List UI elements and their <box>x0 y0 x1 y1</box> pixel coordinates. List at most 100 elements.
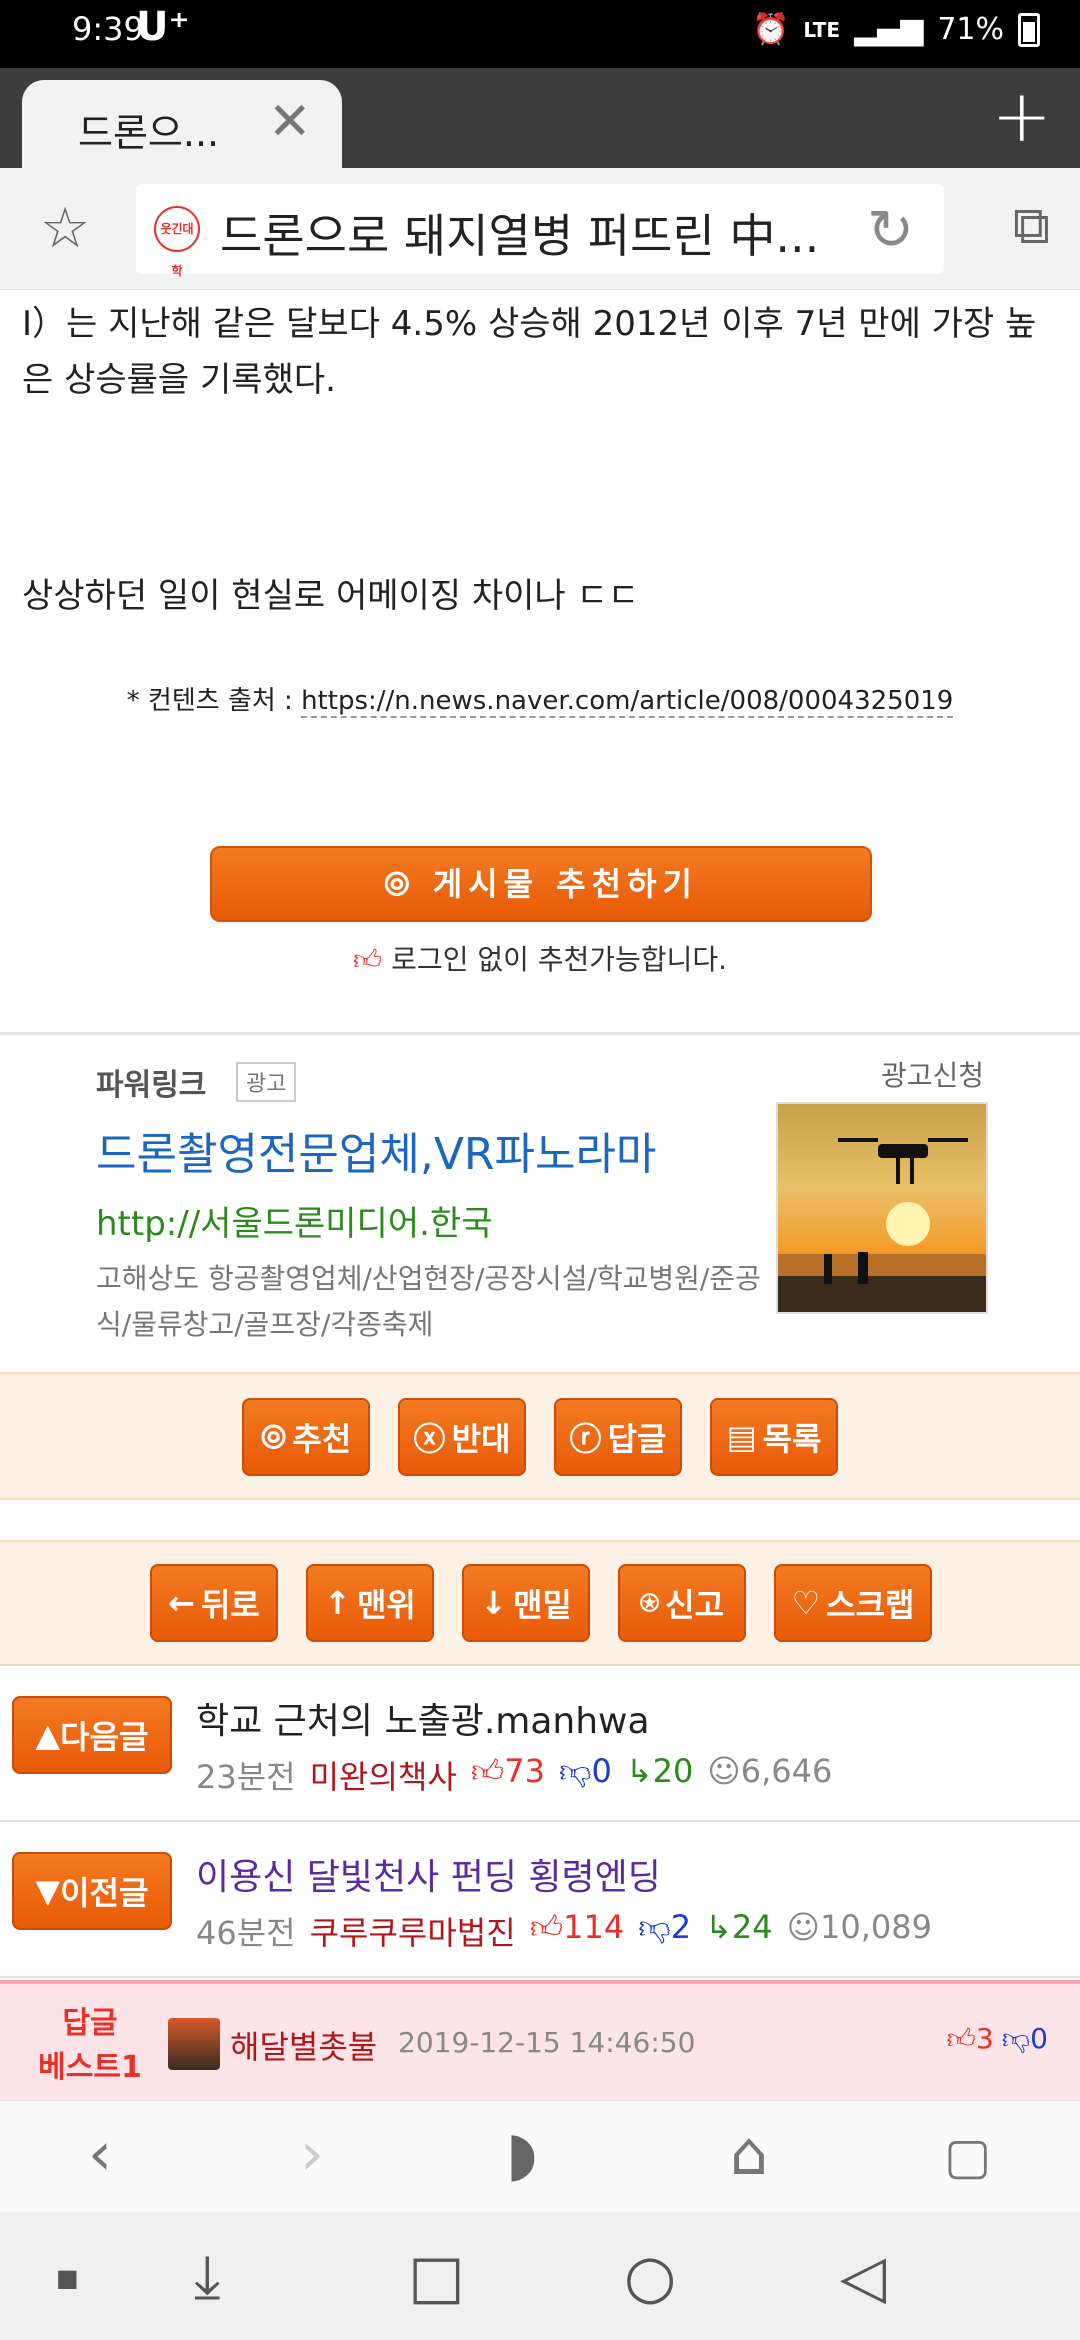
post-author[interactable]: 쿠루쿠루마법진 <box>310 1908 516 1954</box>
best-reply-label-line1: 답글 <box>62 2006 118 2041</box>
upvote-label: 추천 <box>292 1420 352 1458</box>
scrap-button[interactable]: ♡ 스크랩 <box>774 1564 932 1642</box>
tabs-icon[interactable]: ▢ <box>944 2127 991 2185</box>
system-nav-bar: ■ ⤓ □ ○ ◁ <box>0 2212 1080 2340</box>
list-button[interactable]: ▤ 목록 <box>710 1398 838 1476</box>
reply-arrow-icon: ↳ <box>705 1908 732 1946</box>
close-tab-icon[interactable]: ✕ <box>268 92 312 152</box>
signal-icon: ▂▄▆ <box>854 12 924 47</box>
ad-title-link[interactable]: 드론촬영전문업체,VR파노라마 <box>96 1118 656 1182</box>
heart-icon: ♡ <box>791 1584 821 1622</box>
url-field[interactable]: 웃긴대학 드론으로 돼지열병 퍼뜨린 中... ↻ <box>136 184 944 278</box>
thumbs-up-icon: 👍︎ <box>470 1752 505 1790</box>
circle-x-icon: ⓧ <box>413 1420 446 1458</box>
reply-author[interactable]: 해달별촛불 <box>230 2022 377 2068</box>
dot-icon[interactable]: ■ <box>56 2264 79 2292</box>
home-circle-icon[interactable]: ○ <box>624 2242 676 2312</box>
divider <box>0 1032 1080 1035</box>
status-bar: 9:39 U⁺ ⏰ LTE ▂▄▆ 71% <box>0 0 1080 68</box>
back-button[interactable]: ← 뒤로 <box>150 1564 278 1642</box>
forward-chevron-icon[interactable]: › <box>300 2119 324 2189</box>
dolphin-menu-icon[interactable]: ◗ <box>506 2119 538 2189</box>
post-author[interactable]: 미완의책사 <box>310 1752 457 1798</box>
download-arrow-icon[interactable]: ⤓ <box>194 2242 221 2312</box>
arrow-up-icon: ↑ <box>324 1584 351 1622</box>
back-chevron-icon[interactable]: ‹ <box>88 2119 112 2189</box>
upvote-count[interactable]: 👍︎3 <box>947 2022 994 2056</box>
ad-description: 고해상도 항공촬영업체/산업현장/공장시설/학교병원/준공식/물류창고/골프장/… <box>96 1262 761 1341</box>
next-post-meta: 23분전 미완의책사 👍︎73 👎︎0 ↳20 ☺6,646 <box>196 1752 832 1798</box>
reload-icon[interactable]: ↻ <box>867 198 914 263</box>
prev-post-button[interactable]: ▼ 이전글 <box>12 1852 172 1930</box>
downvote-button[interactable]: ⓧ 반대 <box>398 1398 526 1476</box>
thumbs-down-icon: 👎︎ <box>558 1752 592 1790</box>
browser-bottom-bar: ‹ › ◗ ⌂ ▢ <box>0 2100 1080 2212</box>
new-tab-button[interactable]: + <box>992 74 1052 158</box>
downvote-value: 2 <box>670 1908 692 1946</box>
downvote-count[interactable]: 👎︎0 <box>1002 2022 1048 2056</box>
scroll-top-button[interactable]: ↑ 맨위 <box>306 1564 434 1642</box>
thumbs-down-icon: 👎︎ <box>638 1908 671 1946</box>
thumbs-up-icon: 👍︎ <box>529 1908 564 1946</box>
browser-tab[interactable]: 드론으... ✕ <box>22 80 342 168</box>
extension-puzzle-icon[interactable]: ⧉ <box>1013 196 1050 257</box>
upvote-count: 👍︎114 <box>530 1908 625 1954</box>
alarm-icon: ⏰ <box>751 12 790 47</box>
circle-o-icon: ⦾ <box>260 1417 287 1456</box>
reply-count: ↳20 <box>626 1752 694 1798</box>
prev-post-meta: 46분전 쿠루쿠루마법진 👍︎114 👎︎2 ↳24 ☺10,089 <box>196 1908 932 1954</box>
view-count: ☺10,089 <box>787 1908 932 1954</box>
smiley-icon: ☺ <box>786 1908 820 1946</box>
prev-post-title[interactable]: 이용신 달빛천사 펀딩 횡령엔딩 <box>196 1848 661 1900</box>
reply-count: ↳24 <box>705 1908 773 1954</box>
source-link[interactable]: https://n.news.naver.com/article/008/000… <box>301 686 954 718</box>
next-post-button[interactable]: ▲ 다음글 <box>12 1696 172 1774</box>
downvote-count: 👎︎0 <box>559 1752 612 1798</box>
recommend-post-button[interactable]: ⦾ 게시물 추천하기 <box>210 846 872 922</box>
report-siren-icon: ⍟ <box>639 1583 660 1622</box>
reply-value: 24 <box>731 1908 773 1946</box>
downvote-count: 👎︎2 <box>638 1908 691 1954</box>
next-post-title[interactable]: 학교 근처의 노출광.manhwa <box>196 1692 650 1744</box>
home-icon[interactable]: ⌂ <box>730 2119 768 2189</box>
carrier-label: U⁺ <box>136 4 190 50</box>
prev-post-row[interactable]: ▼ 이전글 이용신 달빛천사 펀딩 횡령엔딩 46분전 쿠루쿠루마법진 👍︎114… <box>0 1824 1080 1978</box>
status-time: 9:39 <box>72 10 144 48</box>
arrow-down-icon: ↓ <box>480 1584 507 1622</box>
report-button[interactable]: ⍟ 신고 <box>618 1564 746 1642</box>
address-bar: ☆ 웃긴대학 드론으로 돼지열병 퍼뜨린 中... ↻ ⧉ <box>0 168 1080 290</box>
tab-title: 드론으... <box>78 111 220 155</box>
upvote-value: 114 <box>563 1908 625 1946</box>
ad-apply-link[interactable]: 광고신청 <box>881 1054 984 1094</box>
next-post-row[interactable]: ▲ 다음글 학교 근처의 노출광.manhwa 23분전 미완의책사 👍︎73 👎… <box>0 1668 1080 1822</box>
battery-text: 71% <box>937 12 1004 47</box>
source-prefix: * 컨텐츠 출처 : <box>126 686 302 716</box>
best-reply-row: 답글 베스트1 해달별촛불 2019-12-15 14:46:50 👍︎3 👎︎… <box>0 1980 1080 2100</box>
article-paragraph: I）는 지난해 같은 달보다 4.5% 상승해 2012년 이후 7년 만에 가… <box>22 304 1037 400</box>
upvote-button[interactable]: ⦾ 추천 <box>242 1398 370 1476</box>
recent-apps-icon[interactable]: □ <box>408 2242 465 2312</box>
recommend-circle-icon: ⦾ <box>384 865 416 903</box>
upvote-value: 3 <box>975 2022 994 2055</box>
list-label: 목록 <box>762 1420 822 1458</box>
ad-url-link[interactable]: http://서울드론미디어.한국 <box>96 1196 493 1245</box>
reply-votes: 👍︎3 👎︎0 <box>947 2022 1048 2056</box>
back-triangle-icon[interactable]: ◁ <box>840 2242 886 2312</box>
reply-button[interactable]: ⓡ 답글 <box>554 1398 682 1476</box>
reply-arrow-icon: ↳ <box>625 1752 653 1790</box>
upvote-value: 73 <box>504 1752 545 1790</box>
best-reply-label-line2: 베스트1 <box>38 2050 142 2085</box>
scroll-top-label: 맨위 <box>356 1586 416 1624</box>
post-time: 23분전 <box>196 1758 296 1796</box>
tab-bar: 드론으... ✕ + <box>0 68 1080 168</box>
triangle-up-icon: ▲ <box>35 1716 61 1754</box>
avatar[interactable] <box>168 2018 220 2070</box>
ad-drone-image[interactable] <box>776 1102 988 1314</box>
thumbs-up-icon: 👍︎ <box>353 943 383 976</box>
bookmark-star-icon[interactable]: ☆ <box>40 196 90 261</box>
view-value: 10,089 <box>819 1908 932 1946</box>
recommend-note-text: 로그인 없이 추천가능합니다. <box>391 943 727 976</box>
content-source: * 컨텐츠 출처 : https://n.news.naver.com/arti… <box>0 680 1080 718</box>
scroll-bottom-button[interactable]: ↓ 맨밑 <box>462 1564 590 1642</box>
list-icon: ▤ <box>726 1418 757 1456</box>
